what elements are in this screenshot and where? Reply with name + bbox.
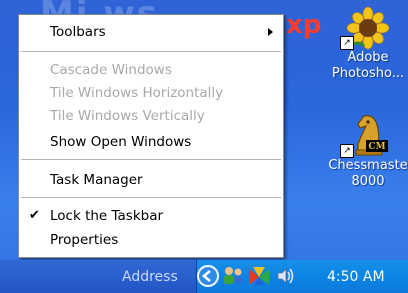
- desktop-icon-label: Chessmaste: [328, 158, 408, 173]
- menu-item-label: Task Manager: [50, 172, 143, 188]
- menu-item-tile-horizontally[interactable]: Tile Windows Horizontally: [19, 82, 283, 104]
- menu-item-label: Properties: [50, 232, 119, 248]
- network-users-icon[interactable]: [221, 265, 245, 287]
- submenu-arrow-icon: [268, 28, 273, 36]
- menu-item-label: Tile Windows Horizontally: [50, 85, 224, 101]
- svg-text:CM: CM: [368, 142, 385, 152]
- shortcut-arrow-icon: ↗: [340, 144, 354, 158]
- menu-separator: [21, 197, 281, 198]
- back-arrow-icon[interactable]: [197, 265, 219, 287]
- address-toolbar-label[interactable]: Address: [122, 269, 178, 285]
- menu-item-label: Tile Windows Vertically: [50, 108, 205, 124]
- menu-item-label: Lock the Taskbar: [50, 208, 164, 224]
- menu-item-show-open-windows[interactable]: Show Open Windows: [19, 131, 283, 153]
- menu-separator: [21, 51, 281, 52]
- taskbar-context-menu: Toolbars Cascade Windows Tile Windows Ho…: [18, 14, 284, 258]
- menu-item-label: Show Open Windows: [50, 134, 192, 150]
- menu-item-tile-vertically[interactable]: Tile Windows Vertically: [19, 105, 283, 127]
- menu-item-label: Toolbars: [50, 24, 106, 40]
- desktop-icon-label: Photosho...: [331, 66, 405, 81]
- menu-item-task-manager[interactable]: Task Manager: [19, 169, 283, 191]
- clock[interactable]: 4:50 AM: [327, 269, 385, 285]
- colorful-tray-icon[interactable]: [247, 265, 271, 287]
- menu-item-lock-taskbar[interactable]: ✔ Lock the Taskbar: [19, 205, 283, 227]
- checkmark-icon: ✔: [29, 208, 40, 223]
- volume-speaker-icon[interactable]: [274, 265, 296, 287]
- taskbar[interactable]: Address 4:50 AM: [0, 260, 408, 293]
- menu-item-label: Cascade Windows: [50, 62, 172, 78]
- desktop-icon-chessmaster[interactable]: CM ↗ Chessmaste 8000: [318, 106, 408, 190]
- desktop-icon-label: Adobe: [347, 50, 389, 65]
- menu-separator: [21, 159, 281, 160]
- xp-logo-text: xp: [286, 10, 322, 40]
- menu-item-cascade-windows[interactable]: Cascade Windows: [19, 59, 283, 81]
- menu-item-properties[interactable]: Properties: [19, 229, 283, 251]
- shortcut-arrow-icon: ↗: [340, 36, 354, 50]
- desktop-icon-label: 8000: [351, 174, 385, 189]
- menu-item-toolbars[interactable]: Toolbars: [19, 21, 283, 43]
- desktop-icon-adobe-photoshop[interactable]: ↗ Adobe Photosho...: [318, 6, 408, 82]
